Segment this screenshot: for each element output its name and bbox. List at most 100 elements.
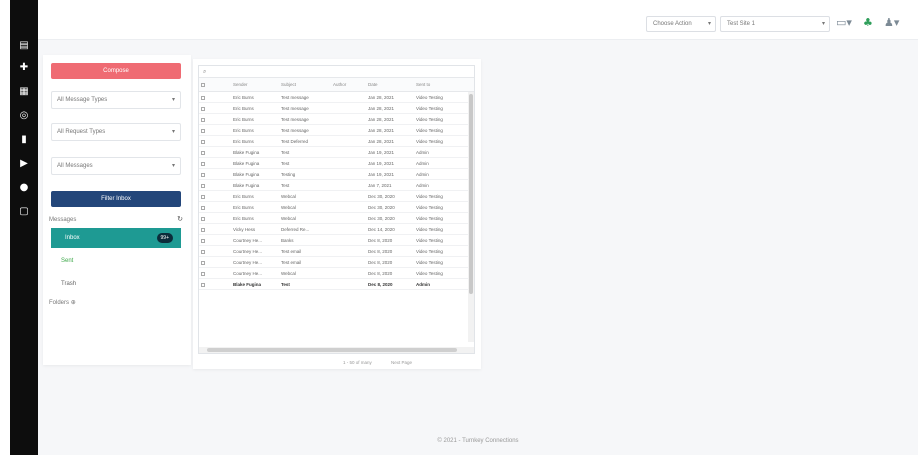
desktop-icon[interactable]: ▭▾ bbox=[836, 14, 852, 32]
header-sender[interactable]: Sender bbox=[231, 78, 279, 91]
table-row[interactable]: Courtney He... Test email Dec 8, 2020 Video… bbox=[199, 257, 474, 268]
calendar-icon[interactable]: ▦ bbox=[10, 84, 38, 100]
play-icon[interactable]: ▶ bbox=[10, 156, 38, 172]
row-sender: Courtney He... bbox=[233, 260, 263, 265]
table-row[interactable]: Blake Fugina Testing Jan 19, 2021 Admin bbox=[199, 169, 474, 180]
grid-search-icon[interactable]: ⌕ bbox=[199, 66, 474, 78]
trash-label: Trash bbox=[61, 281, 77, 287]
dashboard-icon[interactable]: ▤ bbox=[10, 38, 38, 54]
row-date: Dec 30, 2020 bbox=[368, 205, 395, 210]
row-author bbox=[331, 202, 366, 212]
row-author bbox=[331, 147, 366, 157]
row-select[interactable] bbox=[199, 235, 209, 245]
header-select-all[interactable] bbox=[199, 78, 209, 91]
row-select[interactable] bbox=[199, 268, 209, 278]
row-subject: Webcal bbox=[281, 216, 296, 221]
action-select[interactable]: Choose Action ▾ bbox=[646, 16, 716, 32]
header-author[interactable]: Author bbox=[331, 78, 366, 91]
row-select[interactable] bbox=[199, 180, 209, 190]
side-navigation: ▤ ✚ ▦ ◎ ▮ ▶ ● ▢ bbox=[10, 0, 38, 455]
request-type-select[interactable]: All Request Types ▾ bbox=[51, 123, 181, 141]
square-icon[interactable]: ▢ bbox=[10, 204, 38, 220]
row-subject: Test bbox=[281, 161, 290, 166]
compose-button[interactable]: Compose bbox=[51, 63, 181, 79]
table-row[interactable]: Eric Burns Webcal Dec 30, 2020 Video Testin… bbox=[199, 191, 474, 202]
table-row[interactable]: Eric Burns Webcal Dec 30, 2020 Video Testin… bbox=[199, 202, 474, 213]
row-select[interactable] bbox=[199, 125, 209, 135]
table-row[interactable]: Blake Fugina Test Jan 7, 2021 Admin bbox=[199, 180, 474, 191]
row-subject: Test email bbox=[281, 249, 302, 254]
table-row[interactable]: Eric Burns Test message Jan 28, 2021 Video … bbox=[199, 114, 474, 125]
row-select[interactable] bbox=[199, 158, 209, 168]
table-row[interactable]: Eric Burns Test message Jan 28, 2021 Video … bbox=[199, 92, 474, 103]
row-select[interactable] bbox=[199, 136, 209, 146]
table-row[interactable]: Blake Fugina Test Jan 19, 2021 Admin bbox=[199, 147, 474, 158]
row-attachment bbox=[209, 235, 231, 245]
chart-icon[interactable]: ▮ bbox=[10, 132, 38, 148]
row-subject: Test bbox=[281, 183, 290, 188]
row-sender: Eric Burns bbox=[233, 95, 254, 100]
users-icon[interactable]: ♣ bbox=[863, 14, 873, 32]
row-author bbox=[331, 92, 366, 102]
chevron-down-icon: ▾ bbox=[171, 97, 175, 103]
table-row[interactable]: Eric Burns Test message Jan 28, 2021 Video … bbox=[199, 125, 474, 136]
row-select[interactable] bbox=[199, 103, 209, 113]
messages-select[interactable]: All Messages ▾ bbox=[51, 157, 181, 175]
message-type-select[interactable]: All Message Types ▾ bbox=[51, 91, 181, 109]
table-row[interactable]: Courtney He... Banks Dec 8, 2020 Video Test… bbox=[199, 235, 474, 246]
row-subject: Test bbox=[281, 282, 290, 287]
row-attachment bbox=[209, 224, 231, 234]
row-attachment bbox=[209, 136, 231, 146]
row-select[interactable] bbox=[199, 92, 209, 102]
user-icon[interactable]: ♟▾ bbox=[884, 14, 899, 32]
row-select[interactable] bbox=[199, 191, 209, 201]
row-select[interactable] bbox=[199, 213, 209, 223]
row-select[interactable] bbox=[199, 257, 209, 267]
row-select[interactable] bbox=[199, 169, 209, 179]
row-attachment bbox=[209, 169, 231, 179]
refresh-icon[interactable]: ↻ bbox=[177, 215, 183, 225]
target-icon[interactable]: ◎ bbox=[10, 108, 38, 124]
table-row[interactable]: Eric Burns Test Deferred Jan 28, 2021 Video… bbox=[199, 136, 474, 147]
chat-icon[interactable]: ● bbox=[10, 180, 38, 196]
row-subject: Test Deferred bbox=[281, 139, 309, 144]
plus-icon[interactable]: ✚ bbox=[10, 60, 38, 76]
filter-inbox-button[interactable]: Filter Inbox bbox=[51, 191, 181, 207]
table-row[interactable]: Eric Burns Test message Jan 28, 2021 Video … bbox=[199, 103, 474, 114]
row-select[interactable] bbox=[199, 114, 209, 124]
header-date[interactable]: Date bbox=[366, 78, 414, 91]
row-select[interactable] bbox=[199, 246, 209, 256]
row-subject: Test message bbox=[281, 117, 309, 122]
row-select[interactable] bbox=[199, 147, 209, 157]
row-subject: Webcal bbox=[281, 194, 296, 199]
row-select[interactable] bbox=[199, 202, 209, 212]
row-sender: Vicky Hess bbox=[233, 227, 256, 232]
header-subject[interactable]: Subject bbox=[279, 78, 331, 91]
row-attachment bbox=[209, 257, 231, 267]
row-select[interactable] bbox=[199, 224, 209, 234]
table-row[interactable]: Vicky Hess Deferred Re... Dec 14, 2020 Vide… bbox=[199, 224, 474, 235]
table-row[interactable]: Blake Fugina Test Jan 19, 2021 Admin bbox=[199, 158, 474, 169]
folder-trash[interactable]: Trash bbox=[61, 279, 76, 289]
row-attachment bbox=[209, 92, 231, 102]
vertical-scrollbar[interactable] bbox=[468, 92, 474, 342]
folders-add-icon[interactable]: ⊕ bbox=[71, 300, 76, 306]
pager-next[interactable]: Next Page bbox=[391, 360, 412, 365]
table-row[interactable]: Eric Burns Webcal Dec 30, 2020 Video Testin… bbox=[199, 213, 474, 224]
folder-inbox[interactable]: Inbox 99+ bbox=[51, 228, 181, 248]
header-sent-to[interactable]: Sent to bbox=[414, 78, 458, 91]
row-date: Jan 19, 2021 bbox=[368, 150, 395, 155]
table-row[interactable]: Courtney He... Test email Dec 8, 2020 Video… bbox=[199, 246, 474, 257]
table-row[interactable]: Courtney He... Webcal Dec 8, 2020 Video Tes… bbox=[199, 268, 474, 279]
request-type-value: All Request Types bbox=[57, 129, 106, 135]
folder-sent[interactable]: Sent bbox=[61, 256, 73, 266]
horizontal-scrollbar[interactable] bbox=[199, 347, 474, 353]
messages-grid-panel: ⌕ Sender Subject Author Date Sent to Eri… bbox=[193, 59, 481, 369]
row-select[interactable] bbox=[199, 279, 209, 289]
row-subject: Test message bbox=[281, 106, 309, 111]
row-sender: Courtney He... bbox=[233, 249, 263, 254]
table-row[interactable]: Blake Fugina Test Dec 8, 2020 Admin bbox=[199, 279, 474, 290]
header-attachment[interactable] bbox=[209, 78, 231, 91]
row-date: Jan 28, 2021 bbox=[368, 106, 395, 111]
site-select[interactable]: Test Site 1 ▾ bbox=[720, 16, 830, 32]
